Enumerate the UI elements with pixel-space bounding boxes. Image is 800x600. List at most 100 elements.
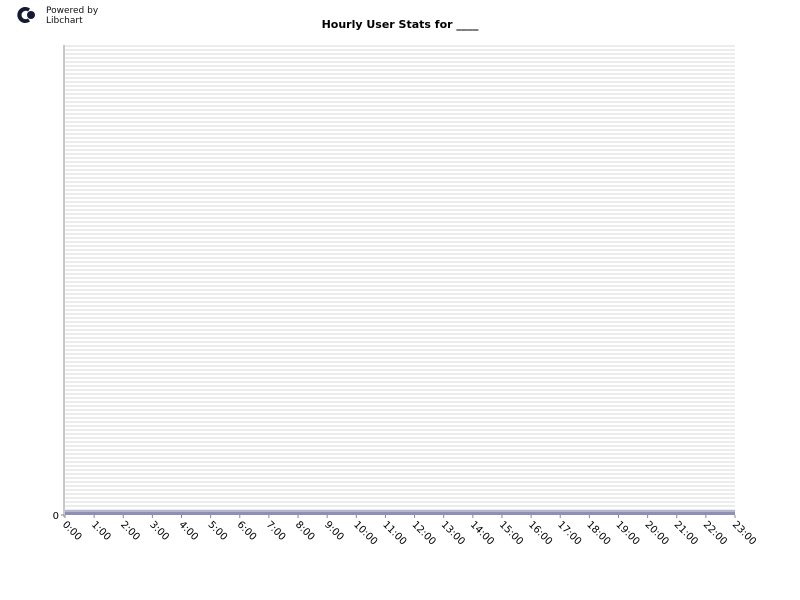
grid-stripe: [65, 83, 735, 85]
grid-stripe: [65, 143, 735, 145]
grid-stripe: [65, 215, 735, 217]
grid-stripe: [65, 445, 735, 447]
grid-stripe: [65, 179, 735, 181]
grid-stripe: [65, 313, 735, 315]
grid-stripe: [65, 293, 735, 295]
x-tick-label: 15:00: [497, 519, 525, 547]
grid-stripe: [65, 479, 735, 481]
grid-stripe: [65, 423, 735, 425]
grid-stripe: [65, 145, 735, 147]
grid-stripe: [65, 249, 735, 251]
grid-stripe: [65, 463, 735, 465]
grid-stripe: [65, 377, 735, 379]
grid-stripe: [65, 157, 735, 159]
grid-stripe: [65, 277, 735, 279]
grid-stripe: [65, 65, 735, 67]
grid-stripe: [65, 221, 735, 223]
grid-stripe: [65, 477, 735, 479]
grid-stripe: [65, 385, 735, 387]
grid-stripe: [65, 63, 735, 65]
grid-stripe: [65, 187, 735, 189]
grid-stripe: [65, 265, 735, 267]
grid-stripe: [65, 343, 735, 345]
x-tick-label: 19:00: [613, 519, 641, 547]
grid-stripe: [65, 223, 735, 225]
grid-stripe: [65, 309, 735, 311]
grid-stripe: [65, 123, 735, 125]
grid-stripe: [65, 401, 735, 403]
grid-stripe: [65, 431, 735, 433]
grid-stripe: [65, 181, 735, 183]
grid-stripe: [65, 227, 735, 229]
grid-stripe: [65, 79, 735, 81]
x-tick-label: 1:00: [89, 519, 113, 543]
grid-stripe: [65, 87, 735, 89]
grid-stripe: [65, 433, 735, 435]
grid-stripe: [65, 269, 735, 271]
grid-stripe: [65, 175, 735, 177]
grid-stripe: [65, 451, 735, 453]
grid-stripe: [65, 59, 735, 61]
grid-stripe: [65, 207, 735, 209]
grid-stripe: [65, 71, 735, 73]
grid-stripe: [65, 69, 735, 71]
grid-stripe: [65, 371, 735, 373]
grid-stripe: [65, 211, 735, 213]
x-tick-label: 6:00: [235, 519, 259, 543]
grid-stripe: [65, 91, 735, 93]
grid-stripe: [65, 107, 735, 109]
baseline-highlight: [65, 510, 735, 512]
grid-stripe: [65, 347, 735, 349]
grid-stripe: [65, 399, 735, 401]
grid-stripe: [65, 417, 735, 419]
grid-stripe: [65, 279, 735, 281]
grid-stripe: [65, 429, 735, 431]
grid-stripe: [65, 271, 735, 273]
grid-stripe: [65, 225, 735, 227]
grid-stripe: [65, 363, 735, 365]
grid-stripe: [65, 301, 735, 303]
grid-stripe: [65, 159, 735, 161]
grid-stripe: [65, 289, 735, 291]
grid-stripe: [65, 165, 735, 167]
x-tick-label: 18:00: [584, 519, 612, 547]
grid-stripe: [65, 287, 735, 289]
plot-area: [65, 45, 735, 517]
grid-stripe: [65, 239, 735, 241]
grid-stripe: [65, 321, 735, 323]
x-tick-label: 14:00: [468, 519, 496, 547]
x-tick-label: 8:00: [293, 519, 317, 543]
grid-stripe: [65, 487, 735, 489]
grid-stripe: [65, 283, 735, 285]
grid-stripe: [65, 315, 735, 317]
grid-stripe: [65, 461, 735, 463]
x-axis-ticks: 0:00 1:00 2:00 3:00 4:00 5:00 6:00 7:00 8:00 9:00…: [60, 515, 758, 548]
x-tick-label: 3:00: [147, 519, 171, 543]
grid-stripe: [65, 257, 735, 259]
y-axis-band: [63, 45, 65, 517]
grid-stripe: [65, 439, 735, 441]
grid-stripe: [65, 119, 735, 121]
grid-stripe: [65, 383, 735, 385]
grid-stripe: [65, 357, 735, 359]
grid-stripe: [65, 375, 735, 377]
grid-stripe: [65, 149, 735, 151]
grid-stripe: [65, 489, 735, 491]
grid-stripe: [65, 191, 735, 193]
grid-stripe: [65, 465, 735, 467]
grid-stripe: [65, 411, 735, 413]
grid-stripe: [65, 387, 735, 389]
grid-stripe: [65, 193, 735, 195]
grid-stripe: [65, 273, 735, 275]
x-tick-label: 10:00: [351, 519, 379, 547]
grid-stripe: [65, 183, 735, 185]
grid-stripe: [65, 495, 735, 497]
grid-stripe: [65, 481, 735, 483]
grid-stripe: [65, 199, 735, 201]
grid-stripe: [65, 307, 735, 309]
grid-stripe: [65, 505, 735, 507]
grid-stripe: [65, 355, 735, 357]
grid-stripe: [65, 455, 735, 457]
grid-stripe: [65, 81, 735, 83]
grid-stripe: [65, 203, 735, 205]
